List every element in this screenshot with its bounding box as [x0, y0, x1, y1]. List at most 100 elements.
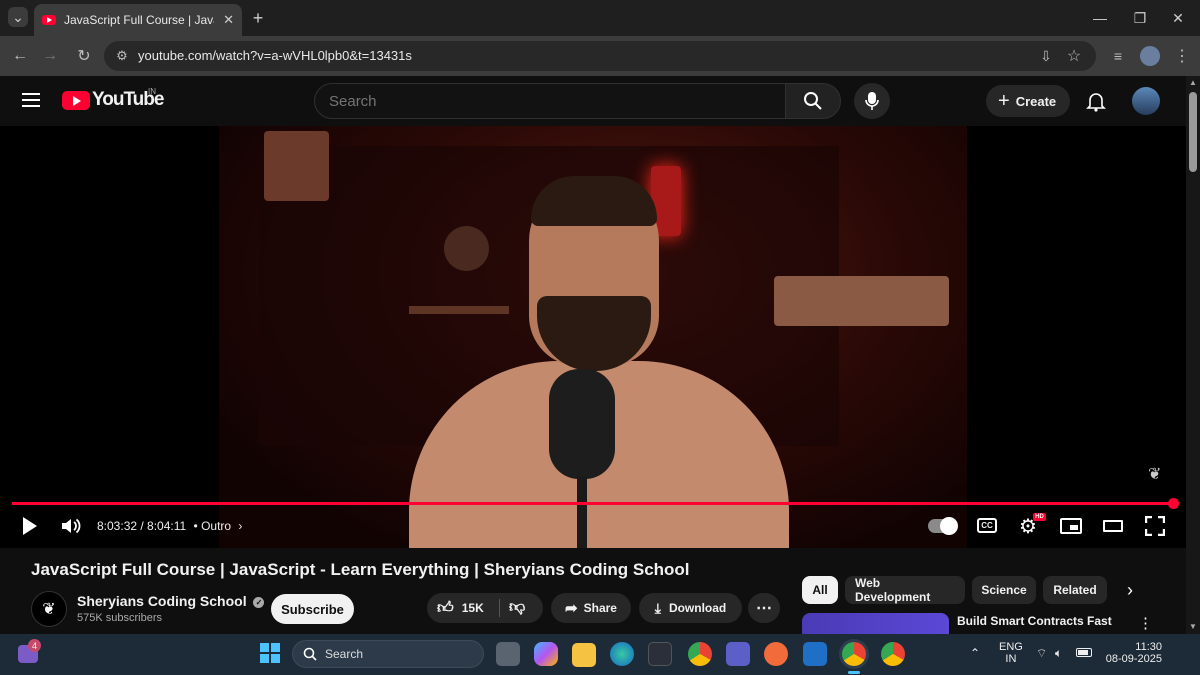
search-button[interactable] [785, 83, 841, 119]
dislike-icon[interactable]: 👎︎ [509, 598, 525, 617]
like-icon[interactable]: 👍︎ [437, 599, 454, 618]
progress-scrubber[interactable] [1167, 498, 1179, 509]
browser-menu-icon[interactable]: ⋮ [1170, 44, 1194, 68]
language-indicator[interactable]: ENG IN [999, 641, 1023, 665]
search-icon [804, 92, 822, 110]
subscribe-button[interactable]: Subscribe [271, 594, 354, 624]
mic-stand [577, 476, 587, 548]
tab-close-icon[interactable]: ✕ [223, 12, 234, 28]
speaker-hair [531, 176, 657, 226]
language-code: ENG [999, 641, 1023, 653]
hd-badge: HD [1033, 513, 1046, 521]
scroll-up-arrow-icon[interactable]: ▲ [1189, 78, 1197, 87]
chrome-profile-active-icon[interactable] [842, 642, 866, 666]
channel-watermark-icon[interactable]: ❦ [1148, 464, 1168, 484]
recommendation-thumbnail[interactable] [802, 613, 949, 634]
url-text[interactable]: youtube.com/watch?v=a-wVHL0lpb0&t=13431s [138, 48, 412, 63]
taskbar-search-icon [303, 647, 317, 661]
scroll-down-arrow-icon[interactable]: ▼ [1189, 622, 1197, 631]
fullscreen-icon[interactable] [1144, 515, 1166, 537]
file-explorer-icon[interactable] [572, 643, 596, 667]
chip-web-development[interactable]: Web Development [845, 576, 965, 604]
teams-icon[interactable] [726, 642, 750, 666]
browser-tab-active[interactable]: JavaScript Full Course | JavaScript - Le… [34, 4, 242, 36]
tab-search-icon[interactable]: ⌄ [8, 7, 28, 27]
taskbar-search[interactable]: Search [292, 640, 484, 668]
tray-overflow-icon[interactable]: ⌃ [970, 646, 980, 660]
speaker-icon[interactable]: 🔈︎ [1055, 646, 1062, 661]
captions-icon[interactable]: CC [977, 518, 997, 533]
video-title: JavaScript Full Course | JavaScript - Le… [31, 560, 690, 579]
microsoft-store-icon[interactable] [648, 642, 672, 666]
channel-avatar[interactable]: ❦ [31, 591, 67, 627]
chapter-label[interactable]: • Outro [194, 519, 232, 533]
recommendation-title[interactable]: Build Smart Contracts Fast [957, 614, 1112, 628]
notifications-bell-icon[interactable] [1085, 90, 1107, 112]
clock-time: 11:30 [1135, 641, 1162, 653]
browser-tab-strip: ⌄ JavaScript Full Course | JavaScript - … [0, 0, 1200, 36]
subscriber-count: 575K subscribers [77, 612, 162, 624]
edge-browser-icon[interactable] [610, 642, 634, 666]
scrollbar-thumb[interactable] [1189, 92, 1197, 172]
like-count[interactable]: 15K [462, 601, 484, 615]
postman-icon[interactable] [764, 642, 788, 666]
channel-name[interactable]: Sheryians Coding School ✓ [77, 593, 265, 609]
time-display: 8:03:32 / 8:04:11 • Outro › [97, 519, 242, 533]
account-avatar[interactable] [1132, 87, 1160, 115]
create-button[interactable]: + Create [986, 85, 1070, 117]
play-button[interactable] [18, 514, 42, 538]
forward-icon[interactable]: → [38, 44, 62, 68]
autoplay-knob [940, 517, 958, 535]
youtube-logo-icon[interactable] [62, 91, 90, 110]
background-clock [444, 226, 489, 271]
search-input[interactable] [314, 83, 786, 119]
voice-search-button[interactable] [854, 83, 890, 119]
like-divider [499, 599, 500, 617]
chip-science[interactable]: Science [972, 576, 1036, 604]
background-keyboard [774, 276, 949, 326]
share-button[interactable]: ➦ Share [551, 593, 631, 623]
like-dislike-group: 👍︎ 15K 👎︎ [427, 593, 543, 623]
chip-all[interactable]: All [802, 576, 838, 604]
share-icon: ➦ [565, 600, 578, 617]
window-close-icon[interactable]: ✕ [1168, 8, 1188, 28]
site-info-icon[interactable]: ⚙ [110, 44, 134, 68]
vscode-icon[interactable] [803, 642, 827, 666]
wifi-icon[interactable]: ⌔ [1036, 646, 1047, 661]
volume-button[interactable] [58, 514, 84, 538]
chrome-icon[interactable] [688, 642, 712, 666]
minimize-icon[interactable]: — [1090, 8, 1110, 28]
chapter-chevron-icon[interactable]: › [238, 519, 242, 533]
notification-badge: 4 [28, 639, 41, 652]
task-view-icon[interactable] [496, 642, 520, 666]
install-app-icon[interactable]: ⇩ [1034, 44, 1058, 68]
chip-related[interactable]: Related [1043, 576, 1107, 604]
share-label: Share [583, 601, 617, 615]
restore-icon[interactable]: ❐ [1130, 8, 1150, 28]
windows-start-icon[interactable] [260, 643, 280, 663]
autoplay-toggle[interactable] [928, 517, 958, 535]
media-controls-icon[interactable]: ≡ [1106, 44, 1130, 68]
profile-avatar[interactable] [1140, 46, 1160, 66]
back-icon[interactable]: ← [8, 44, 32, 68]
reload-icon[interactable]: ↻ [72, 44, 96, 68]
play-icon [23, 517, 37, 535]
miniplayer-icon[interactable] [1060, 518, 1082, 534]
bookmark-star-icon[interactable]: ☆ [1062, 44, 1086, 68]
recommendation-menu-icon[interactable]: ⋮ [1138, 614, 1153, 632]
language-region: IN [1005, 653, 1017, 665]
hamburger-menu-icon[interactable] [22, 93, 40, 107]
new-tab-button[interactable]: + [248, 8, 268, 28]
more-actions-icon[interactable]: ⋯ [748, 593, 780, 623]
chrome-profile-icon[interactable] [881, 642, 905, 666]
region-code: IN [148, 87, 156, 96]
copilot-icon[interactable] [534, 642, 558, 666]
chips-next-chevron-icon[interactable]: › [1127, 580, 1133, 601]
clock[interactable]: 11:30 08-09-2025 [1104, 641, 1162, 665]
download-button[interactable]: ⤓ Download [639, 593, 742, 623]
channel-name-text[interactable]: Sheryians Coding School [77, 593, 247, 609]
theater-mode-icon[interactable] [1103, 520, 1123, 532]
tab-title: JavaScript Full Course | JavaScript - Le… [64, 13, 214, 27]
battery-icon[interactable] [1076, 648, 1092, 657]
studio-microphone [549, 369, 615, 479]
